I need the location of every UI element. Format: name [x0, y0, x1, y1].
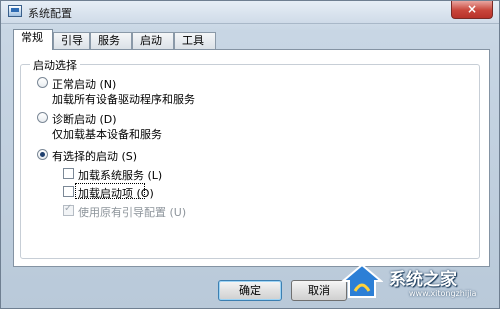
tab-tools[interactable]: 工具 [174, 32, 216, 49]
msconfig-app-icon [8, 5, 22, 17]
diagnostic-startup-radio[interactable] [37, 112, 48, 123]
use-original-boot-config-label: 使用原有引导配置 (U) [78, 206, 187, 219]
normal-startup-description: 加载所有设备驱动程序和服务 [52, 93, 195, 106]
title-bar: 系统配置 × [1, 1, 499, 24]
cancel-button[interactable]: 取消 [291, 280, 347, 301]
selective-startup-radio[interactable] [37, 149, 48, 160]
diagnostic-startup-label[interactable]: 诊断启动 (D) [52, 111, 117, 127]
normal-startup-label[interactable]: 正常启动 (N) [52, 76, 116, 92]
tab-startup[interactable]: 启动 [132, 32, 174, 49]
watermark-url: www.xitongzhijia [409, 289, 477, 298]
tab-services[interactable]: 服务 [90, 32, 132, 49]
tab-general[interactable]: 常规 [13, 29, 53, 50]
diagnostic-startup-description: 仅加载基本设备和服务 [52, 128, 162, 141]
load-startup-items-checkbox[interactable] [63, 186, 74, 197]
window-title: 系统配置 [28, 7, 72, 20]
normal-startup-radio[interactable] [37, 77, 48, 88]
load-system-services-label[interactable]: 加载系统服务 (L) [78, 167, 162, 183]
watermark-house-logo-icon [341, 263, 383, 298]
load-startup-items-label[interactable]: 加载启动项 (O) [78, 185, 154, 201]
selective-startup-label[interactable]: 有选择的启动 (S) [52, 148, 137, 164]
load-system-services-checkbox[interactable] [63, 168, 74, 179]
startup-selection-label: 启动选择 [30, 57, 80, 73]
tab-boot[interactable]: 引导 [53, 32, 90, 49]
watermark-text: 系统之家 [389, 270, 457, 290]
close-button[interactable]: × [451, 1, 493, 19]
system-config-window: 系统配置 × 常规 引导 服务 启动 工具 启动选择 正常启动 (N) 加载所有… [0, 0, 500, 309]
ok-button[interactable]: 确定 [218, 280, 282, 301]
use-original-boot-config-checkbox [63, 203, 74, 216]
